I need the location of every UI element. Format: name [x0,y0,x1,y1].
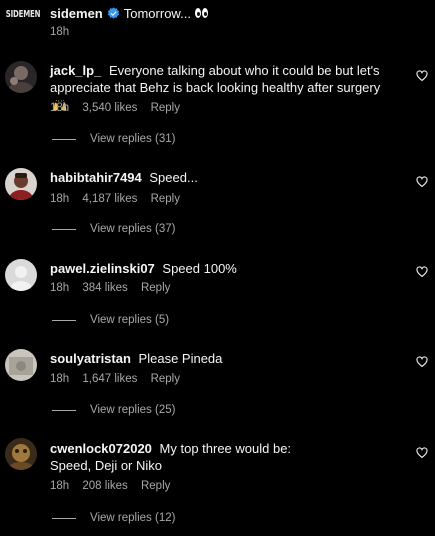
comment-username[interactable]: cwenlock072020 [50,441,152,456]
view-replies-button[interactable]: View replies (5) [52,314,169,326]
reply-button[interactable]: Reply [151,373,180,385]
comment-meta: 18h 384 likes Reply [50,282,180,294]
reply-button[interactable]: Reply [141,480,170,492]
comment-text: Please Pineda [138,351,223,366]
comment-username[interactable]: jack_lp_ [50,63,101,78]
heart-outline-icon[interactable] [416,356,428,368]
replies-divider [52,319,76,321]
heart-outline-icon[interactable] [416,176,428,188]
replies-divider [52,517,76,519]
view-replies-label: View replies (37) [90,223,176,235]
caption-username[interactable]: sidemen [50,6,103,21]
avatar[interactable] [5,349,37,381]
avatar[interactable] [5,61,37,93]
replies-divider [52,228,76,230]
caption-line: sidemen Tomorrow... [50,3,209,23]
comment-meta: 18h 1,647 likes Reply [50,373,190,385]
comment-likes[interactable]: 3,540 likes [82,102,137,114]
comment-likes[interactable]: 1,647 likes [82,373,137,385]
caption-timestamp: 18h [50,26,70,38]
comment-username[interactable]: pawel.zielinski07 [50,261,155,276]
eyes-icon [194,8,209,18]
avatar[interactable] [5,438,37,470]
caption-text: Tomorrow... [123,5,191,21]
comment-username[interactable]: soulyatristan [50,351,131,366]
comment-meta: 18h 208 likes Reply [50,480,180,492]
heart-outline-icon[interactable] [416,447,428,459]
post-caption: SIDEMEN sidemen Tomorrow... 18h [0,0,435,48]
replies-divider [52,409,76,411]
comment-body: soulyatristan Please Pineda [50,350,400,367]
view-replies-button[interactable]: View replies (37) [52,223,175,235]
reply-button[interactable]: Reply [151,193,180,205]
comment-timestamp: 18h [50,480,70,492]
comment-text: Speed 100% [162,261,237,276]
comment-body: cwenlock072020 My top three would be: Sp… [50,440,300,474]
reply-button[interactable]: Reply [141,282,170,294]
comment-body: pawel.zielinski07 Speed 100% [50,260,400,277]
comment-meta: 18h 4,187 likes Reply [50,193,190,205]
avatar[interactable] [5,168,37,200]
view-replies-label: View replies (25) [90,404,176,416]
view-replies-button[interactable]: View replies (12) [52,512,175,524]
view-replies-label: View replies (31) [90,133,176,145]
comment-likes[interactable]: 4,187 likes [82,193,137,205]
sidemen-logo-text: SIDEMEN [5,8,41,20]
replies-divider [52,138,76,140]
heart-outline-icon[interactable] [416,266,428,278]
view-replies-button[interactable]: View replies (31) [52,133,175,145]
verified-badge-icon [107,6,119,19]
comment-meta: 18h 3,540 likes Reply [50,102,190,114]
view-replies-button[interactable]: View replies (25) [52,404,175,416]
heart-outline-icon[interactable] [416,70,428,82]
reply-button[interactable]: Reply [151,102,180,114]
comment-timestamp: 18h [50,193,70,205]
comment-timestamp: 18h [50,373,70,385]
comment-body: habibtahir7494 Speed... [50,169,400,186]
comment-text: Speed... [149,170,198,185]
comment-likes[interactable]: 208 likes [82,480,127,492]
comment-timestamp: 18h [50,282,70,294]
view-replies-label: View replies (5) [90,314,170,326]
comment-timestamp: 18h [50,102,70,114]
avatar[interactable] [5,259,37,291]
comment-likes[interactable]: 384 likes [82,282,127,294]
comment-username[interactable]: habibtahir7494 [50,170,142,185]
view-replies-label: View replies (12) [90,512,176,524]
sidemen-avatar[interactable]: SIDEMEN [5,7,41,21]
